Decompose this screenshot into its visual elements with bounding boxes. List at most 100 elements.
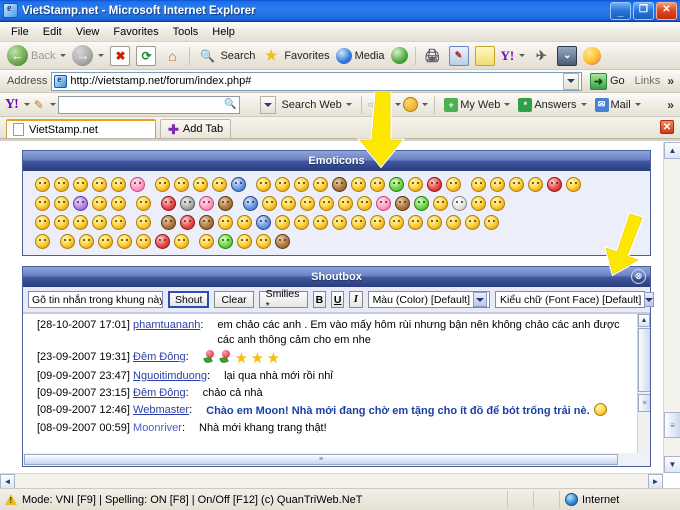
menu-item-help[interactable]: Help — [205, 24, 242, 40]
emoticon-icon[interactable] — [73, 177, 88, 192]
message-username[interactable]: Moonriver — [133, 422, 182, 434]
refresh-button[interactable]: ⟳ — [133, 44, 159, 68]
search-web-button[interactable]: Search Web — [278, 99, 354, 111]
smilies-button[interactable]: Smilies * — [258, 288, 308, 312]
yahoo-logo-dropdown-icon[interactable] — [23, 103, 30, 106]
emoticon-icon[interactable] — [471, 177, 486, 192]
emoticon-icon[interactable] — [414, 196, 429, 211]
yahoo-extra-dropdown-icon[interactable] — [422, 103, 429, 106]
page-scroll-left-button[interactable]: ◄ — [0, 473, 15, 488]
print-button[interactable]: 🖨 — [420, 44, 446, 68]
emoticon-icon[interactable] — [484, 215, 499, 230]
yahoo-toolbar-button[interactable]: Y! — [498, 44, 529, 68]
emoticon-icon[interactable] — [54, 215, 69, 230]
emoticon-icon[interactable] — [256, 215, 271, 230]
emoticon-icon[interactable] — [136, 215, 151, 230]
forward-dropdown-icon[interactable] — [98, 54, 105, 57]
search-web-dropdown-icon[interactable] — [345, 103, 352, 106]
my-web-dropdown-icon[interactable] — [504, 103, 511, 106]
highlighter-icon[interactable]: ✑ — [368, 98, 378, 112]
back-button[interactable]: ← Back — [4, 44, 69, 68]
emoticon-icon[interactable] — [35, 196, 50, 211]
emoticon-icon[interactable] — [256, 177, 271, 192]
emoticon-icon[interactable] — [389, 215, 404, 230]
underline-button[interactable]: U — [331, 291, 345, 308]
shout-button[interactable]: Shout — [168, 291, 210, 308]
tabs-icon[interactable]: ▤ — [380, 98, 391, 112]
emoticon-icon[interactable] — [376, 196, 391, 211]
emoticon-icon[interactable] — [54, 177, 69, 192]
emoticon-icon[interactable] — [313, 177, 328, 192]
emoticon-icon[interactable] — [262, 196, 277, 211]
emoticon-icon[interactable] — [54, 196, 69, 211]
emoticon-icon[interactable] — [319, 196, 334, 211]
emoticon-icon[interactable] — [294, 177, 309, 192]
messages-scroll-thumb[interactable] — [638, 328, 650, 392]
emoticon-icon[interactable] — [218, 196, 233, 211]
pencil-dropdown-icon[interactable] — [49, 103, 56, 106]
emoticon-icon[interactable] — [111, 215, 126, 230]
tabs-dropdown-icon[interactable] — [395, 103, 402, 106]
shoutbox-hscroll-thumb[interactable]: ≡ — [24, 454, 618, 465]
maximize-button[interactable]: ❐ — [633, 1, 654, 20]
emoticon-icon[interactable] — [92, 215, 107, 230]
page-horizontal-scrollbar[interactable]: ◄ ► — [0, 473, 663, 488]
emoticon-icon[interactable] — [180, 215, 195, 230]
shoutbox-hscrollbar[interactable]: ≡ — [23, 453, 650, 466]
bold-button[interactable]: B — [312, 291, 327, 308]
tab-vietstamp[interactable]: VietStamp.net — [6, 119, 156, 138]
emoticon-icon[interactable] — [174, 234, 189, 249]
emoticon-icon[interactable] — [180, 196, 195, 211]
emoticon-icon[interactable] — [357, 196, 372, 211]
emoticon-icon[interactable] — [199, 215, 214, 230]
clear-button[interactable]: Clear — [214, 291, 254, 308]
address-input[interactable]: http://vietstamp.net/forum/index.php# — [51, 71, 582, 91]
emoticon-icon[interactable] — [212, 177, 227, 192]
stop-button[interactable]: ✖ — [107, 44, 133, 68]
emoticon-icon[interactable] — [256, 234, 271, 249]
messages-scroll-up-button[interactable]: ▲ — [638, 314, 650, 327]
emoticon-icon[interactable] — [490, 177, 505, 192]
links-label[interactable]: Links — [633, 75, 661, 87]
message-username[interactable]: Nguoitimduong — [133, 370, 207, 382]
emoticon-icon[interactable] — [92, 196, 107, 211]
emoticon-icon[interactable] — [275, 177, 290, 192]
emoticon-icon[interactable] — [395, 196, 410, 211]
page-scroll-up-button[interactable]: ▲ — [664, 142, 680, 159]
emoticon-icon[interactable] — [136, 196, 151, 211]
emoticon-icon[interactable] — [117, 234, 132, 249]
emoticon-icon[interactable] — [161, 196, 176, 211]
download-button[interactable]: ⌄ — [554, 44, 580, 68]
emoticon-toolbar-button[interactable] — [580, 44, 604, 68]
emoticon-icon[interactable] — [332, 177, 347, 192]
message-username[interactable]: Webmaster — [133, 404, 189, 416]
messages-scroll-grip[interactable]: ≡ — [638, 394, 650, 412]
emoticon-icon[interactable] — [174, 177, 189, 192]
emoticon-icon[interactable] — [465, 215, 480, 230]
page-vertical-scrollbar[interactable]: ▲ ≡ ▼ — [663, 142, 680, 473]
yahoo-overflow-icon[interactable]: » — [664, 98, 677, 112]
message-username[interactable]: Đêm Đông — [133, 387, 186, 399]
emoticon-icon[interactable] — [351, 177, 366, 192]
emoticon-icon[interactable] — [161, 215, 176, 230]
media-button[interactable]: Media — [333, 44, 388, 68]
answers-button[interactable]: * Answers — [515, 97, 589, 112]
emoticon-icon[interactable] — [509, 177, 524, 192]
emoticon-icon[interactable] — [433, 196, 448, 211]
emoticon-icon[interactable] — [370, 215, 385, 230]
address-overflow-icon[interactable]: » — [664, 74, 677, 88]
emoticon-icon[interactable] — [155, 177, 170, 192]
mail-dropdown-icon[interactable] — [634, 103, 641, 106]
emoticon-icon[interactable] — [370, 177, 385, 192]
emoticon-icon[interactable] — [294, 215, 309, 230]
font-select-dropdown-icon[interactable] — [644, 292, 655, 307]
emoticon-icon[interactable] — [313, 215, 328, 230]
emoticon-icon[interactable] — [275, 215, 290, 230]
minimize-button[interactable]: _ — [610, 1, 631, 20]
favorites-button[interactable]: ★ Favorites — [258, 44, 332, 68]
mail-button[interactable]: ✉ Mail — [592, 97, 644, 112]
edit-button[interactable]: ✎ — [446, 44, 472, 68]
emoticon-icon[interactable] — [193, 177, 208, 192]
emoticon-icon[interactable] — [566, 177, 581, 192]
yahoo-dropdown-icon[interactable] — [519, 54, 526, 57]
